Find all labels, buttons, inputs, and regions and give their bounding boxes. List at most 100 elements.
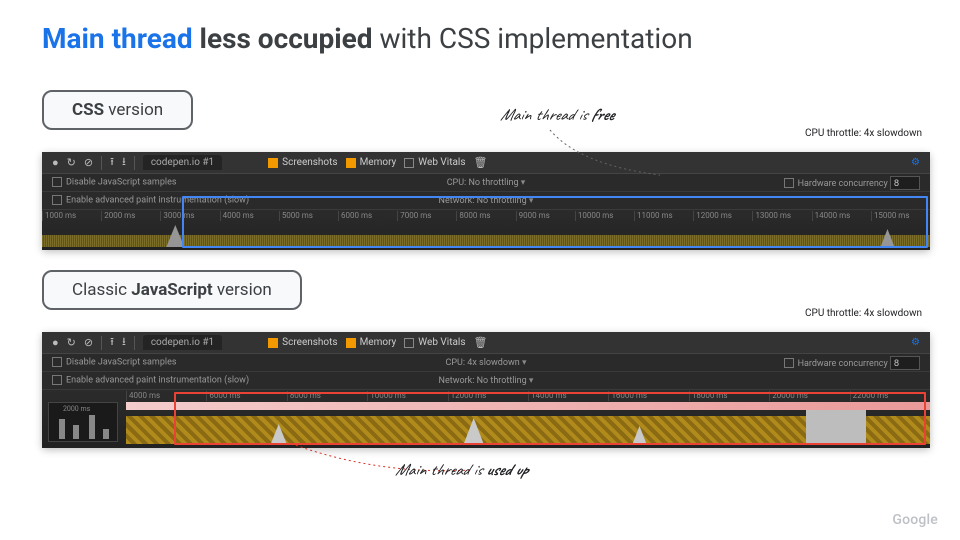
timeline-tick: 2000 ms <box>101 211 160 221</box>
google-logo: Google <box>892 512 938 528</box>
check-memory[interactable]: Memory <box>346 337 397 348</box>
reload-icon[interactable]: ↻ <box>67 336 76 349</box>
checkbox-icon <box>268 338 278 348</box>
pill-css-rest: version <box>104 100 163 120</box>
devtools-tab[interactable]: codepen.io #1 <box>143 335 222 350</box>
devtools-toolbar: ● ↻ ⊘ ⭱ ⭳ codepen.io #1 Screenshots Memo… <box>42 332 930 354</box>
check-screenshots[interactable]: Screenshots <box>268 337 337 348</box>
checkbox-icon <box>784 358 794 368</box>
cpu-flame-high <box>126 416 930 444</box>
timeline-tick: 8000 ms <box>287 391 367 401</box>
devtools-css: ● ↻ ⊘ ⭱ ⭳ codepen.io #1 Screenshots Memo… <box>42 152 930 250</box>
checkbox-icon <box>52 177 62 187</box>
timeline-tick: 13000 ms <box>752 211 811 221</box>
devtools-row-2: Enable advanced paint instrumentation (s… <box>42 372 930 390</box>
reload-icon[interactable]: ↻ <box>67 156 76 169</box>
trash-icon[interactable]: 🗑 <box>474 156 488 169</box>
checkbox-icon <box>52 195 62 205</box>
timeline-tick: 5000 ms <box>279 211 338 221</box>
gear-icon[interactable]: ⚙ <box>911 337 920 348</box>
timeline-tick: 18000 ms <box>689 391 769 401</box>
timeline-tick: 22000 ms <box>850 391 930 401</box>
timeline-tick: 4000 ms <box>220 211 279 221</box>
check-webvitals[interactable]: Web Vitals <box>404 337 465 348</box>
timeline-tick: 7000 ms <box>397 211 456 221</box>
upload-icon[interactable]: ⭱ <box>110 333 114 352</box>
pill-css: CSS version <box>42 90 193 130</box>
timeline-tick: 20000 ms <box>769 391 849 401</box>
title-blue: Main thread <box>42 22 193 55</box>
title-bold: less occupied <box>193 22 373 55</box>
mini-overview: 2000 ms <box>48 402 118 442</box>
checkbox-icon <box>784 178 794 188</box>
timeline-tick: 12000 ms <box>693 211 752 221</box>
disable-js-samples[interactable]: Disable JavaScript samples <box>52 357 176 367</box>
slide-title: Main thread less occupied with CSS imple… <box>42 22 693 55</box>
separator <box>101 336 102 350</box>
pill-js: Classic JavaScript version <box>42 270 302 310</box>
checkbox-icon <box>346 158 356 168</box>
timeline-tick: 12000 ms <box>448 391 528 401</box>
timeline-overview[interactable]: 1000 ms2000 ms3000 ms4000 ms5000 ms6000 … <box>42 210 930 250</box>
separator <box>134 156 135 170</box>
checkbox-icon <box>346 338 356 348</box>
trash-icon[interactable]: 🗑 <box>474 336 488 349</box>
timeline-tick: 15000 ms <box>871 211 930 221</box>
checkbox-icon <box>268 158 278 168</box>
section-css: CSS version CPU throttle: 4x slowdown ● … <box>42 90 930 250</box>
disable-js-samples[interactable]: Disable JavaScript samples <box>52 177 176 187</box>
upload-icon[interactable]: ⭱ <box>110 153 114 172</box>
pill-js-rest: version <box>213 280 272 300</box>
pill-js-bold: JavaScript <box>131 280 212 300</box>
timeline-tick: 14000 ms <box>528 391 608 401</box>
timeline-tick: 8000 ms <box>456 211 515 221</box>
timeline-tick: 6000 ms <box>338 211 397 221</box>
timeline-overview[interactable]: 2000 ms 4000 ms6000 ms8000 ms10000 ms120… <box>42 390 930 448</box>
timeline-ticks: 4000 ms6000 ms8000 ms10000 ms12000 ms140… <box>126 391 930 401</box>
clear-icon[interactable]: ⊘ <box>84 336 93 349</box>
download-icon[interactable]: ⭳ <box>122 333 126 352</box>
annotation-free: Main thread is free <box>500 105 614 126</box>
download-icon[interactable]: ⭳ <box>122 153 126 172</box>
record-icon[interactable]: ● <box>52 336 59 349</box>
hardware-concurrency[interactable]: Hardware concurrency <box>784 176 920 190</box>
pill-css-bold: CSS <box>72 100 104 120</box>
pill-js-prefix: Classic <box>72 280 131 300</box>
timeline-tick: 4000 ms <box>126 391 206 401</box>
clear-icon[interactable]: ⊘ <box>84 156 93 169</box>
network-throttle-select[interactable]: Network: No throttling <box>439 196 534 206</box>
throttle-note-js: CPU throttle: 4x slowdown <box>805 308 922 319</box>
mini-tick: 2000 ms <box>63 405 90 413</box>
devtools-row-1: Disable JavaScript samples CPU: 4x slowd… <box>42 354 930 372</box>
cpu-throttle-select[interactable]: CPU: No throttling <box>447 178 526 188</box>
checkbox-icon <box>52 375 62 385</box>
timeline-ticks: 1000 ms2000 ms3000 ms4000 ms5000 ms6000 … <box>42 211 930 221</box>
separator <box>101 156 102 170</box>
enable-paint-instrumentation[interactable]: Enable advanced paint instrumentation (s… <box>52 375 249 385</box>
devtools-tab[interactable]: codepen.io #1 <box>143 155 222 170</box>
title-rest: with CSS implementation <box>373 22 693 55</box>
devtools-js: ● ↻ ⊘ ⭱ ⭳ codepen.io #1 Screenshots Memo… <box>42 332 930 448</box>
cpu-throttle-select[interactable]: CPU: 4x slowdown <box>446 358 527 368</box>
network-throttle-select[interactable]: Network: No throttling <box>439 376 534 386</box>
check-memory[interactable]: Memory <box>346 157 397 168</box>
hw-concurrency-input[interactable] <box>890 356 920 370</box>
checkbox-icon <box>404 338 414 348</box>
enable-paint-instrumentation[interactable]: Enable advanced paint instrumentation (s… <box>52 195 249 205</box>
cpu-flame-low <box>42 235 930 247</box>
annotation-used: Main thread is used up <box>395 460 528 481</box>
check-screenshots[interactable]: Screenshots <box>268 157 337 168</box>
record-icon[interactable]: ● <box>52 156 59 169</box>
hardware-concurrency[interactable]: Hardware concurrency <box>784 356 920 370</box>
timeline-tick: 9000 ms <box>516 211 575 221</box>
timeline-tick: 14000 ms <box>812 211 871 221</box>
timeline-tick: 6000 ms <box>206 391 286 401</box>
task-bar <box>126 402 930 410</box>
devtools-row-1: Disable JavaScript samples CPU: No throt… <box>42 174 930 192</box>
check-webvitals[interactable]: Web Vitals <box>404 157 465 168</box>
timeline-tick: 16000 ms <box>608 391 688 401</box>
timeline-tick: 1000 ms <box>42 211 101 221</box>
gear-icon[interactable]: ⚙ <box>911 157 920 168</box>
hw-concurrency-input[interactable] <box>890 176 920 190</box>
throttle-note-css: CPU throttle: 4x slowdown <box>805 128 922 139</box>
